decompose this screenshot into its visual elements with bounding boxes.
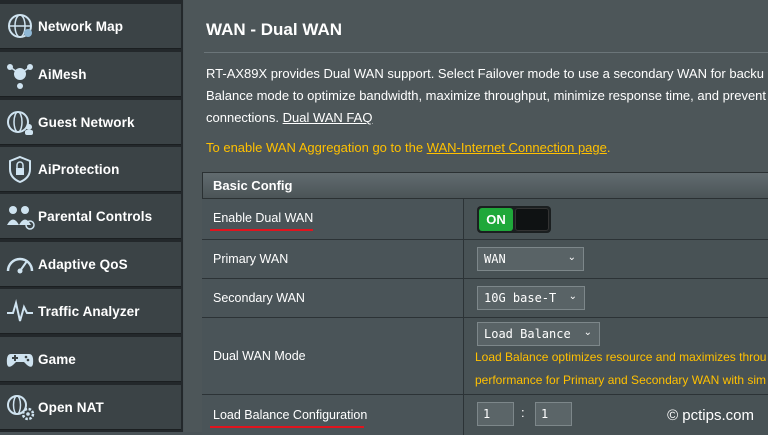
globe-gear-icon — [2, 389, 38, 425]
description-line: Balance mode to optimize bandwidth, maxi… — [206, 88, 767, 103]
mode-note-line: performance for Primary and Secondary WA… — [475, 373, 766, 387]
chevron-down-icon: ⌄ — [568, 291, 577, 302]
sidebar-item-label: Open NAT — [38, 399, 104, 415]
ratio-separator: : — [521, 405, 525, 420]
enable-dual-wan-toggle[interactable]: ON — [477, 206, 551, 233]
pulse-graph-icon — [2, 293, 38, 329]
basic-config-table: Basic Config Enable Dual WAN ON Primary … — [202, 172, 768, 435]
dual-wan-mode-select[interactable]: Load Balance ⌄ — [477, 322, 600, 346]
mesh-router-icon — [2, 56, 38, 92]
sidebar-item-label: AiMesh — [38, 66, 87, 82]
chevron-down-icon: ⌄ — [583, 327, 592, 338]
select-value: WAN — [484, 252, 506, 266]
toggle-on-label: ON — [479, 208, 513, 231]
family-icon — [2, 198, 38, 234]
dual-wan-mode-row: Dual WAN Mode Load Balance ⌄ Load Balance… — [202, 318, 768, 395]
description-line: connections. Dual WAN FAQ — [206, 107, 768, 129]
aggregation-notice: To enable WAN Aggregation go to the WAN-… — [206, 140, 610, 155]
sidebar-item-open-nat[interactable]: Open NAT — [0, 385, 181, 430]
sidebar-item-game[interactable]: Game — [0, 337, 181, 382]
basic-config-header: Basic Config — [202, 172, 768, 199]
mode-note-line: Load Balance optimizes resource and maxi… — [475, 350, 767, 364]
globe-network-icon — [2, 8, 38, 44]
primary-wan-select[interactable]: WAN ⌄ — [477, 247, 584, 271]
sidebar-item-traffic-analyzer[interactable]: Traffic Analyzer — [0, 289, 181, 334]
gamepad-icon — [2, 341, 38, 377]
sidebar-item-adaptive-qos[interactable]: Adaptive QoS — [0, 242, 181, 287]
secondary-wan-row: Secondary WAN 10G base-T ⌄ — [202, 279, 768, 318]
select-value: Load Balance — [484, 327, 571, 341]
sidebar-item-label: Parental Controls — [38, 208, 153, 224]
dual-wan-faq-link[interactable]: Dual WAN FAQ — [283, 110, 373, 125]
page-description: RT-AX89X provides Dual WAN support. Sele… — [206, 63, 768, 129]
sidebar-item-label: Traffic Analyzer — [38, 303, 140, 319]
row-label-cell: Load Balance Configuration — [202, 395, 464, 435]
main-content: WAN - Dual WAN RT-AX89X provides Dual WA… — [184, 0, 768, 435]
chevron-down-icon: ⌄ — [567, 252, 576, 263]
red-underline — [210, 229, 313, 231]
sidebar-item-guest-network[interactable]: Guest Network — [0, 100, 181, 145]
select-value: 10G base-T — [484, 291, 557, 305]
row-label-cell: Secondary WAN — [202, 279, 464, 317]
notice-text-end: . — [606, 140, 611, 155]
enable-dual-wan-row: Enable Dual WAN ON — [202, 199, 768, 240]
primary-wan-row: Primary WAN WAN ⌄ — [202, 240, 768, 279]
primary-wan-label: Primary WAN — [213, 252, 289, 266]
sidebar-item-network-map[interactable]: Network Map — [0, 4, 181, 49]
toggle-knob — [515, 208, 549, 231]
load-balance-config-label: Load Balance Configuration — [213, 408, 368, 422]
sidebar-item-parental-controls[interactable]: Parental Controls — [0, 194, 181, 239]
row-label-cell: Enable Dual WAN — [202, 199, 464, 239]
red-underline — [210, 426, 364, 428]
secondary-wan-select[interactable]: 10G base-T ⌄ — [477, 286, 585, 310]
title-divider — [204, 52, 768, 53]
page-title: WAN - Dual WAN — [206, 20, 342, 39]
description-text: connections. — [206, 110, 279, 125]
dual-wan-mode-label: Dual WAN Mode — [213, 349, 306, 363]
description-line: RT-AX89X provides Dual WAN support. Sele… — [206, 66, 765, 81]
row-label-cell: Primary WAN — [202, 240, 464, 278]
sidebar-item-label: Guest Network — [38, 114, 135, 130]
sidebar-item-aiprotection[interactable]: AiProtection — [0, 147, 181, 192]
notice-text: To enable WAN Aggregation go to the — [206, 140, 424, 155]
row-label-cell: Dual WAN Mode — [202, 318, 464, 394]
speedometer-icon — [2, 246, 38, 282]
sidebar-item-aimesh[interactable]: AiMesh — [0, 52, 181, 97]
load-balance-secondary-ratio-input[interactable]: 1 — [535, 402, 572, 426]
enable-dual-wan-label: Enable Dual WAN — [213, 211, 314, 225]
sidebar-item-label: AiProtection — [38, 161, 120, 177]
shield-lock-icon — [2, 151, 38, 187]
row-value-cell: 10G base-T ⌄ — [464, 279, 768, 317]
globe-guest-icon — [2, 104, 38, 140]
row-value-cell: Load Balance ⌄ Load Balance optimizes res… — [464, 318, 768, 394]
load-balance-primary-ratio-input[interactable]: 1 — [477, 402, 514, 426]
secondary-wan-label: Secondary WAN — [213, 291, 305, 305]
sidebar-nav: Network Map AiMesh Guest Network AiProte… — [0, 0, 183, 432]
sidebar-item-label: Adaptive QoS — [38, 256, 128, 272]
sidebar-item-label: Network Map — [38, 18, 124, 34]
row-value-cell: ON — [464, 199, 768, 239]
watermark: © pctips.com — [667, 407, 754, 424]
wan-internet-connection-link[interactable]: WAN-Internet Connection page — [427, 140, 607, 155]
sidebar-item-label: Game — [38, 351, 76, 367]
row-value-cell: WAN ⌄ — [464, 240, 768, 278]
